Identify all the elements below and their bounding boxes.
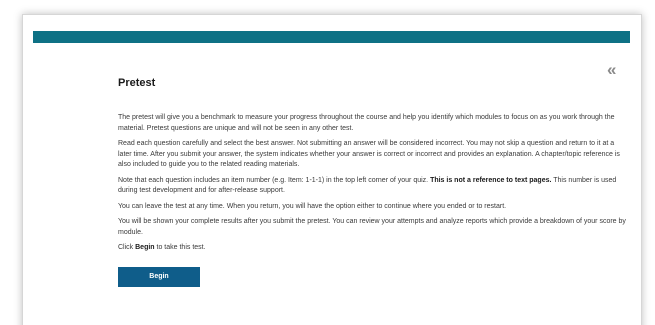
leave-test-paragraph: You can leave the test at any time. When…	[118, 202, 507, 210]
instructions-paragraph: Read each question carefully and select …	[118, 140, 620, 168]
pretest-content: Pretest The pretest will give you a benc…	[118, 65, 628, 287]
results-paragraph: You will be shown your complete results …	[118, 218, 626, 236]
content-panel: « Pretest The pretest will give you a be…	[22, 14, 642, 325]
header-bar	[33, 31, 630, 43]
page: « Pretest The pretest will give you a be…	[0, 0, 655, 325]
item-number-note-text: Note that each question includes an item…	[118, 176, 431, 184]
begin-button[interactable]: Begin	[118, 266, 200, 287]
begin-instruction: Click Begin to take this test.	[118, 243, 628, 254]
page-title: Pretest	[118, 77, 156, 89]
intro-paragraph: The pretest will give you a benchmark to…	[118, 114, 615, 132]
item-number-note-emphasis: This is not a reference to text pages.	[430, 176, 552, 184]
item-number-note: Note that each question includes an item…	[118, 176, 628, 197]
begin-instruction-text: Click	[118, 244, 136, 251]
begin-instruction-text-end: to take this test.	[154, 244, 206, 251]
begin-instruction-emphasis: Begin	[135, 244, 155, 251]
